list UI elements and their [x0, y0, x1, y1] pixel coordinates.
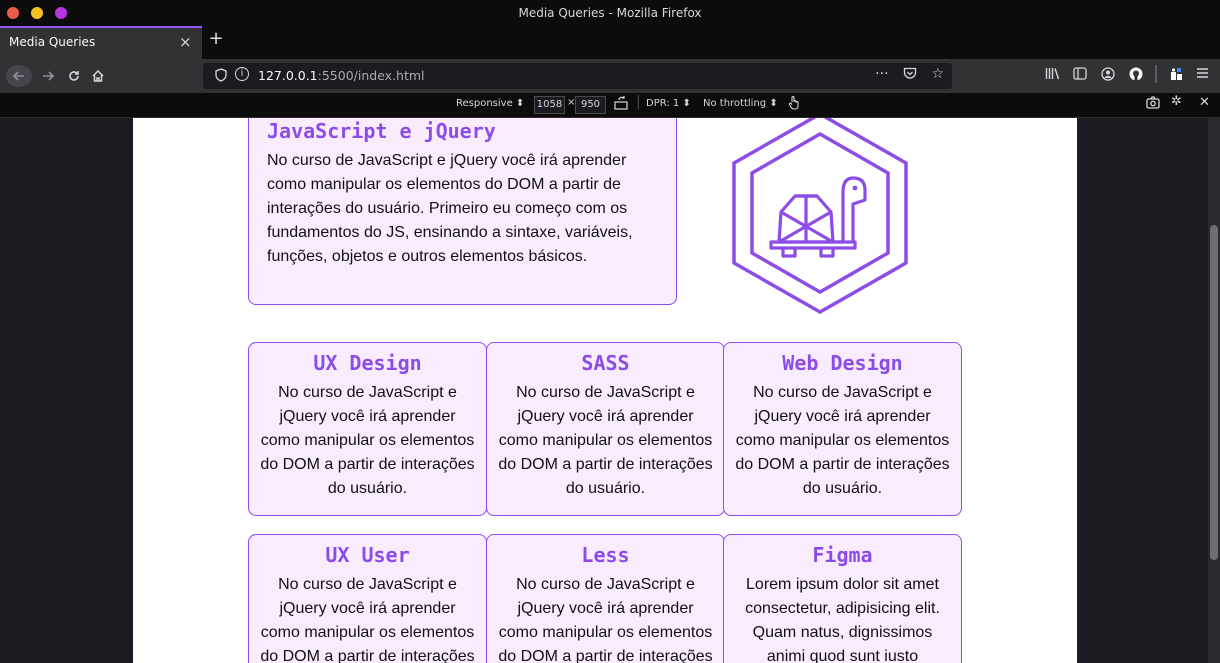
card-text: Lorem ipsum dolor sit amet consectetur, …: [745, 576, 940, 663]
card-title: Web Design: [782, 351, 903, 375]
window-title: Media Queries - Mozilla Firefox: [518, 6, 702, 20]
hero-card: JavaScript e jQuery No curso de JavaScri…: [248, 118, 677, 305]
viewport-height-input[interactable]: 950: [575, 96, 606, 114]
extensions-icon[interactable]: [1167, 67, 1187, 85]
touch-icon[interactable]: [788, 95, 800, 113]
sidebar-icon[interactable]: [1070, 67, 1090, 84]
menu-icon[interactable]: [1192, 67, 1212, 83]
back-arrow-icon: [12, 71, 24, 81]
card-text: No curso de JavaScript e jQuery você irá…: [498, 576, 713, 663]
card-title: UX Design: [313, 351, 422, 375]
address-bar[interactable]: i 127.0.0.1:5500/index.html ··· ☆: [203, 63, 952, 89]
screenshot-icon[interactable]: [1146, 96, 1160, 113]
url-host: 127.0.0.1: [258, 68, 318, 83]
rdm-divider: |: [636, 94, 641, 110]
home-button[interactable]: [88, 65, 108, 87]
github-icon[interactable]: [1126, 67, 1146, 85]
new-tab-button[interactable]: +: [206, 28, 226, 54]
throttling-selector[interactable]: No throttling ⬍: [703, 98, 778, 109]
tab-media-queries[interactable]: Media Queries ×: [0, 26, 202, 59]
scrollbar-thumb[interactable]: [1210, 225, 1218, 560]
forward-button[interactable]: [38, 65, 58, 87]
card-less: Less No curso de JavaScript e jQuery voc…: [486, 534, 725, 663]
page-actions-button[interactable]: ···: [875, 66, 888, 82]
shield-icon[interactable]: [215, 68, 227, 82]
tab-strip: Media Queries × +: [0, 26, 1220, 59]
pocket-icon[interactable]: [903, 66, 921, 82]
viewport-width-input[interactable]: 1058: [534, 96, 565, 114]
info-icon[interactable]: i: [235, 67, 249, 81]
window-titlebar: Media Queries - Mozilla Firefox: [0, 0, 1220, 26]
rotate-icon[interactable]: [614, 95, 628, 113]
device-selector[interactable]: Responsive ⬍: [456, 98, 524, 109]
card-ux-user: UX User No curso de JavaScript e jQuery …: [248, 534, 487, 663]
card-text: No curso de JavaScript e jQuery você irá…: [260, 384, 475, 497]
card-ux-design: UX Design No curso de JavaScript e jQuer…: [248, 342, 487, 516]
card-title: Figma: [812, 543, 873, 567]
hero-title: JavaScript e jQuery: [267, 119, 496, 143]
dpr-selector[interactable]: DPR: 1 ⬍: [646, 98, 691, 109]
url-actions: ··· ☆: [865, 66, 944, 82]
tab-label: Media Queries: [9, 35, 96, 49]
tab-close-icon[interactable]: ×: [179, 33, 192, 51]
reload-button[interactable]: [64, 65, 84, 87]
card-title: SASS: [581, 351, 630, 375]
back-button[interactable]: [6, 65, 32, 87]
account-icon[interactable]: [1098, 67, 1118, 85]
home-icon: [92, 69, 104, 82]
page-viewport[interactable]: JavaScript e jQuery No curso de JavaScri…: [133, 118, 1077, 663]
forward-arrow-icon: [43, 71, 55, 81]
card-text: No curso de JavaScript e jQuery você irá…: [735, 384, 950, 497]
card-title: UX User: [325, 543, 410, 567]
bookmark-star-icon[interactable]: ☆: [931, 66, 944, 82]
nav-toolbar: i 127.0.0.1:5500/index.html ··· ☆: [0, 59, 1220, 93]
card-web-design: Web Design No curso de JavaScript e jQue…: [723, 342, 962, 516]
card-text: No curso de JavaScript e jQuery você irá…: [260, 576, 475, 663]
close-icon[interactable]: ✕: [1199, 95, 1210, 110]
rdm-stage: JavaScript e jQuery No curso de JavaScri…: [0, 118, 1220, 663]
card-title: Less: [581, 543, 630, 567]
card-figma: Figma Lorem ipsum dolor sit amet consect…: [723, 534, 962, 663]
reload-icon: [69, 71, 79, 81]
library-icon[interactable]: [1042, 67, 1062, 84]
url-text[interactable]: 127.0.0.1:5500/index.html: [258, 68, 425, 83]
card-text: No curso de JavaScript e jQuery você irá…: [498, 384, 713, 497]
url-path: :5500/index.html: [317, 68, 425, 83]
hero-text: No curso de JavaScript e jQuery você irá…: [267, 152, 633, 265]
settings-icon[interactable]: ✲: [1171, 94, 1182, 109]
responsive-design-toolbar: Responsive ⬍ 1058 × 950 | DPR: 1 ⬍ No th…: [0, 93, 1220, 118]
turtle-hexagon-logo: [732, 118, 908, 315]
toolbar-divider: [1155, 65, 1157, 83]
card-sass: SASS No curso de JavaScript e jQuery voc…: [486, 342, 725, 516]
